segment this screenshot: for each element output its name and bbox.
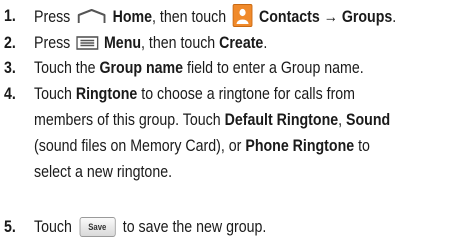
arrow: → xyxy=(323,7,338,26)
ringtone-label: Ringtone xyxy=(75,85,138,103)
step-3-text: Touch the Group name field to enter a Gr… xyxy=(34,58,364,78)
home-label: Home xyxy=(112,7,153,26)
step-text: (sound files on Memory Card), or xyxy=(34,137,242,155)
step-text: Touch xyxy=(34,85,72,103)
menu-label: Menu xyxy=(103,34,142,52)
step-text: Touch xyxy=(34,218,72,236)
step-text: Press xyxy=(34,34,71,52)
step-text: Touch the xyxy=(34,59,96,77)
step-text: select a new ringtone. xyxy=(34,163,173,181)
step-text: . xyxy=(263,34,268,52)
step-number: 4. xyxy=(4,85,16,103)
step-1-text: Press Home, then touch Contacts → Groups… xyxy=(34,4,397,29)
step-text: field to enter a Group name. xyxy=(187,59,364,77)
step-4-line-4: select a new ringtone. xyxy=(34,162,172,182)
save-button: Save xyxy=(79,216,116,237)
step-5-text: Touch Save to save the new group. xyxy=(34,216,267,238)
step-4-line-3: (sound files on Memory Card), or Phone R… xyxy=(34,136,370,156)
create-label: Create xyxy=(219,34,264,52)
contacts-icon xyxy=(232,4,253,27)
sound-label: Sound xyxy=(346,111,391,129)
groups-label: Groups xyxy=(341,7,393,26)
menu-icon xyxy=(76,35,99,50)
step-text: members of this group. Touch xyxy=(34,111,221,129)
step-number: 3. xyxy=(4,59,16,77)
phone-ringtone-label: Phone Ringtone xyxy=(245,137,355,155)
step-text: , xyxy=(338,111,343,129)
home-icon xyxy=(76,8,107,25)
step-2-text: Press Menu, then touch Create. xyxy=(34,33,267,53)
step-text: , then touch xyxy=(141,34,216,52)
step-number: 1. xyxy=(4,7,16,25)
step-text: , then touch xyxy=(152,7,227,26)
step-number: 2. xyxy=(4,34,16,52)
group-name-label: Group name xyxy=(99,59,184,77)
step-text: Press xyxy=(34,7,71,26)
step-number: 5. xyxy=(4,218,16,236)
contacts-label: Contacts xyxy=(259,7,320,26)
step-text: to save the new group. xyxy=(122,218,267,236)
default-ringtone-label: Default Ringtone xyxy=(224,111,339,129)
step-4-line-1: Touch Ringtone to choose a ringtone for … xyxy=(34,84,355,104)
step-text: . xyxy=(392,7,397,26)
step-4-line-2: members of this group. Touch Default Rin… xyxy=(34,110,390,130)
step-text: to xyxy=(358,137,370,155)
step-text: to choose a ringtone for calls from xyxy=(141,85,356,103)
